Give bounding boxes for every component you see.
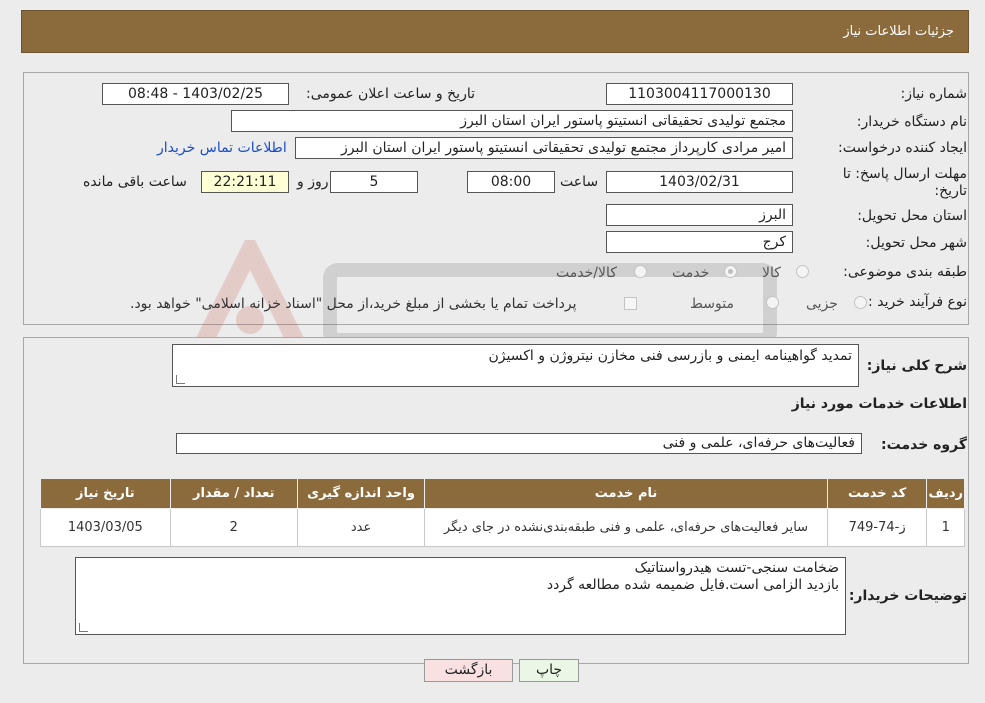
deadline-time-field: 08:00: [467, 171, 555, 193]
treasury-payment-note: پرداخت تمام یا بخشی از مبلغ خرید،از محل …: [130, 296, 577, 312]
category-service-label: خدمت: [672, 265, 710, 281]
col-row-header: ردیف: [926, 478, 965, 509]
city-field: کرج: [606, 231, 793, 253]
page-header: جزئیات اطلاعات نیاز: [21, 10, 969, 53]
cell-code: ز-74-749: [826, 508, 928, 547]
days-label: روز و: [297, 174, 329, 190]
buyer-notes-line-2: بازدید الزامی است.فایل ضمیمه شده مطالعه …: [546, 577, 839, 593]
category-label: طبقه بندی موضوعی:: [843, 264, 967, 280]
page-title: جزئیات اطلاعات نیاز: [843, 24, 954, 39]
col-name-header: نام خدمت: [424, 478, 828, 509]
category-goods-radio[interactable]: [796, 265, 809, 278]
announce-label: تاریخ و ساعت اعلان عمومی:: [306, 86, 475, 102]
creator-label: ایجاد کننده درخواست:: [838, 140, 967, 156]
category-service-radio[interactable]: [724, 265, 737, 278]
deadline-time-label: ساعت: [560, 174, 599, 190]
summary-textarea[interactable]: تمدید گواهینامه ایمنی و بازرسی فنی مخازن…: [172, 344, 859, 387]
col-code-header: کد خدمت: [826, 478, 928, 509]
remaining-time-field: 22:21:11: [201, 171, 289, 193]
table-header-row: ردیف کد خدمت نام خدمت واحد اندازه گیری ت…: [40, 478, 965, 509]
process-type-label: نوع فرآیند خرید :: [868, 294, 967, 310]
cell-name: سایر فعالیت‌های حرفه‌ای، علمی و فنی طبقه…: [424, 508, 828, 547]
creator-field: امیر مرادی کارپرداز مجتمع تولیدی تحقیقات…: [295, 137, 793, 159]
table-row: 1 ز-74-749 سایر فعالیت‌های حرفه‌ای، علمی…: [40, 508, 965, 547]
category-goods-service-radio[interactable]: [634, 265, 647, 278]
deadline-label: مهلت ارسال پاسخ: تا: [842, 166, 967, 182]
province-field: البرز: [606, 204, 793, 226]
print-button[interactable]: چاپ: [519, 659, 579, 682]
buyer-notes-label: توضیحات خریدار:: [848, 588, 967, 604]
cell-unit: عدد: [296, 508, 426, 547]
category-goods-label: کالا: [762, 265, 781, 281]
summary-label: شرح کلی نیاز:: [866, 358, 967, 374]
deadline-date-field: 1403/02/31: [606, 171, 793, 193]
need-number-field: 1103004117000130: [606, 83, 793, 105]
cell-date: 1403/03/05: [40, 508, 171, 547]
process-minor-label: جزیی: [806, 296, 838, 312]
summary-text: تمدید گواهینامه ایمنی و بازرسی فنی مخازن…: [488, 348, 852, 364]
category-goods-service-label: کالا/خدمت: [556, 265, 617, 281]
remaining-label: ساعت باقی مانده: [83, 174, 187, 190]
cell-row: 1: [926, 508, 965, 547]
resize-handle-icon[interactable]: [176, 375, 185, 384]
process-minor-radio[interactable]: [854, 296, 867, 309]
resize-handle-icon[interactable]: [79, 623, 88, 632]
buyer-org-label: نام دستگاه خریدار:: [856, 114, 967, 130]
col-qty-header: تعداد / مقدار: [169, 478, 298, 509]
deadline-label-date: تاریخ:: [934, 183, 967, 199]
process-medium-radio[interactable]: [766, 296, 779, 309]
buyer-notes-line-1: ضخامت سنجی-تست هیدرواستاتیک: [634, 560, 839, 576]
buyer-notes-textarea[interactable]: ضخامت سنجی-تست هیدرواستاتیک بازدید الزام…: [75, 557, 846, 635]
back-button[interactable]: بازگشت: [424, 659, 513, 682]
province-label: استان محل تحویل:: [857, 208, 967, 224]
announce-field: 1403/02/25 - 08:48: [102, 83, 289, 105]
buyer-contact-link[interactable]: اطلاعات تماس خریدار: [157, 140, 287, 156]
remaining-days-field: 5: [330, 171, 418, 193]
col-unit-header: واحد اندازه گیری: [296, 478, 426, 509]
need-number-label: شماره نیاز:: [900, 86, 968, 102]
services-table: ردیف کد خدمت نام خدمت واحد اندازه گیری ت…: [40, 478, 965, 547]
treasury-payment-checkbox[interactable]: [624, 297, 637, 310]
cell-qty: 2: [169, 508, 298, 547]
service-group-field: فعالیت‌های حرفه‌ای، علمی و فنی: [176, 433, 862, 454]
process-medium-label: متوسط: [690, 296, 734, 312]
services-section-title: اطلاعات خدمات مورد نیاز: [791, 396, 967, 412]
buyer-org-field: مجتمع تولیدی تحقیقاتی انستیتو پاستور ایر…: [231, 110, 793, 132]
col-date-header: تاریخ نیاز: [40, 478, 171, 509]
service-group-label: گروه خدمت:: [881, 437, 967, 453]
city-label: شهر محل تحویل:: [865, 235, 967, 251]
